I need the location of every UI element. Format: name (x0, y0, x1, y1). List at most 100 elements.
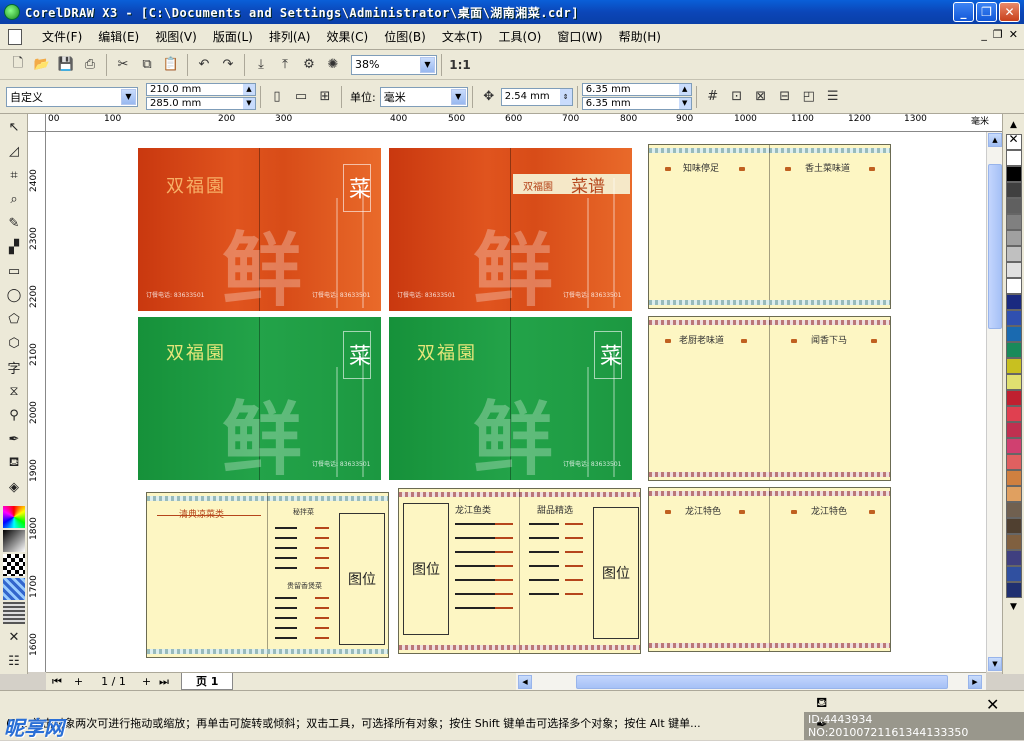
color-swatch[interactable] (1005, 182, 1022, 198)
color-swatch[interactable] (1005, 358, 1022, 374)
wireframe-icon[interactable]: ⊠ (751, 87, 771, 107)
document-icon[interactable] (8, 28, 22, 45)
page-layout-icon[interactable]: ⊞ (315, 87, 335, 107)
color-swatch[interactable] (1005, 438, 1022, 454)
color-swatch[interactable] (1005, 310, 1022, 326)
cover-green-inner[interactable]: 双福園 鲜 菜 订餐电话: 83633501 (389, 317, 632, 480)
zoom-tool-icon[interactable]: ⌕ (3, 188, 25, 210)
scroll-down-icon[interactable]: ▼ (988, 657, 1002, 671)
page-tab[interactable]: 页 1 (180, 673, 234, 690)
nudge-field[interactable]: 2.54 mm ⇕ (500, 87, 573, 106)
no-fill-icon[interactable]: ✕ (3, 626, 25, 648)
units-select[interactable]: 毫米 ▼ (379, 86, 468, 107)
ruler-origin[interactable] (28, 114, 46, 132)
chevron-down-icon[interactable]: ▼ (420, 56, 435, 73)
color-swatch[interactable] (1005, 518, 1022, 534)
color-swatch[interactable] (1005, 566, 1022, 582)
zoom-level-select[interactable]: 38% ▼ (351, 54, 437, 75)
color-swatch[interactable] (1005, 230, 1022, 246)
color-swatch[interactable] (1005, 198, 1022, 214)
minimize-button[interactable]: _ (953, 2, 974, 22)
inner-page-2[interactable]: 龙江鱼类 甜品精选 图位 图位 (398, 488, 641, 654)
pattern-fill-icon[interactable] (3, 554, 25, 576)
color-fill-icon[interactable] (3, 506, 25, 528)
menu-text[interactable]: 文本(T) (434, 26, 491, 47)
cover-red-inner[interactable]: 双福園 菜谱 鲜 订餐电话: 83633501 订餐电话: 83633501 (389, 148, 632, 311)
menu-layout[interactable]: 版面(L) (205, 26, 261, 47)
color-swatch[interactable] (1005, 214, 1022, 230)
print-icon[interactable]: ⎙ (80, 55, 100, 75)
basic-shapes-icon[interactable]: ⬡ (3, 332, 25, 354)
copy-icon[interactable]: ⧉ (137, 55, 157, 75)
inner-page-1[interactable]: 清典凉菜类 秘拌菜 贵留香煲菜 图位 (146, 492, 389, 658)
open-icon[interactable]: 📂 (32, 55, 52, 75)
color-swatch[interactable] (1005, 534, 1022, 550)
ellipse-tool-icon[interactable]: ◯ (3, 284, 25, 306)
shape-tool-icon[interactable]: ◿ (3, 140, 25, 162)
horizontal-scroll-thumb[interactable] (576, 675, 948, 689)
color-swatch[interactable] (1005, 246, 1022, 262)
menu-help[interactable]: 帮助(H) (611, 26, 669, 47)
menu-page-3[interactable]: 龙江特色 龙江特色 (648, 487, 891, 652)
color-swatch[interactable] (1005, 390, 1022, 406)
color-swatch[interactable] (1005, 582, 1022, 598)
vertical-scrollbar[interactable]: ▲ ▼ (986, 132, 1002, 672)
paper-height-field[interactable]: 285.0 mm ▼ (146, 97, 256, 110)
crop-tool-icon[interactable]: ⌗ (3, 164, 25, 186)
export-icon[interactable]: ⤒ (275, 55, 295, 75)
pick-tool-icon[interactable]: ↖ (3, 116, 25, 138)
color-swatch[interactable] (1005, 326, 1022, 342)
doc-minimize-button[interactable]: _ (981, 28, 987, 41)
palette-scroll-down-icon[interactable]: ▼ (1010, 602, 1017, 612)
add-page-before-icon[interactable]: + (74, 675, 83, 688)
vertical-scroll-thumb[interactable] (988, 164, 1002, 329)
fountain-fill-icon[interactable] (3, 530, 25, 552)
color-swatch[interactable] (1005, 406, 1022, 422)
import-icon[interactable]: ⤓ (251, 55, 271, 75)
palette-scroll-up-icon[interactable]: ▲ (1010, 120, 1017, 130)
interactive-blend-icon[interactable]: ⧖ (3, 380, 25, 402)
close-button[interactable]: ✕ (999, 2, 1020, 22)
eyedropper-tool-icon[interactable]: ⚲ (3, 404, 25, 426)
duplicate-y-field[interactable]: 6.35 mm ▼ (581, 97, 692, 110)
menu-arrange[interactable]: 排列(A) (261, 26, 319, 47)
menu-page-1[interactable]: 知味停足 香土菜味道 (648, 144, 891, 309)
color-swatch[interactable] (1005, 470, 1022, 486)
polygon-tool-icon[interactable]: ⬠ (3, 308, 25, 330)
paste-icon[interactable]: 📋 (161, 55, 181, 75)
color-docker-icon[interactable]: ☷ (3, 650, 25, 672)
scroll-right-icon[interactable]: ▶ (968, 675, 982, 689)
color-swatch[interactable] (1005, 486, 1022, 502)
landscape-icon[interactable]: ▭ (291, 87, 311, 107)
spin-icon[interactable]: ▲ (678, 84, 691, 95)
application-launcher-icon[interactable]: ⚙ (299, 55, 319, 75)
cover-red-front[interactable]: 双福園 鲜 菜 订餐电话: 83633501 订餐电话: 83633501 (138, 148, 381, 311)
first-page-icon[interactable]: ⏮ (52, 675, 62, 689)
drawing-canvas[interactable]: 双福園 鲜 菜 订餐电话: 83633501 订餐电话: 83633501 双福… (46, 132, 986, 672)
menu-effects[interactable]: 效果(C) (318, 26, 376, 47)
cut-icon[interactable]: ✂ (113, 55, 133, 75)
cover-green-front[interactable]: 双福園 鲜 菜 订餐电话: 83633501 (138, 317, 381, 480)
no-color-swatch[interactable]: ✕ (1005, 132, 1022, 150)
spin-icon[interactable]: ▲ (243, 84, 255, 95)
portrait-icon[interactable]: ▯ (267, 87, 287, 107)
spin-icon[interactable]: ⇕ (559, 88, 572, 105)
horizontal-scrollbar[interactable]: ◀ ▶ (516, 672, 986, 690)
scroll-up-icon[interactable]: ▲ (988, 133, 1002, 147)
texture-fill-icon[interactable] (3, 578, 25, 600)
rectangle-tool-icon[interactable]: ▭ (3, 260, 25, 282)
treat-as-filled-icon[interactable]: ⊟ (775, 87, 795, 107)
color-swatch[interactable] (1005, 150, 1022, 166)
redo-icon[interactable]: ↷ (218, 55, 238, 75)
fill-indicator-icon[interactable]: ⛾ (816, 695, 828, 713)
restore-button[interactable]: ❐ (976, 2, 997, 22)
coreldraw-app-icon[interactable] (4, 4, 20, 20)
new-icon[interactable]: 🗋 (8, 55, 28, 75)
save-icon[interactable]: 💾 (56, 55, 76, 75)
outline-tool-icon[interactable]: ✒ (3, 428, 25, 450)
color-swatch[interactable] (1005, 422, 1022, 438)
paper-preset-select[interactable]: 自定义 ▼ (6, 86, 138, 107)
color-swatch[interactable] (1005, 342, 1022, 358)
grid-icon[interactable]: # (703, 87, 723, 107)
color-swatch[interactable] (1005, 374, 1022, 390)
